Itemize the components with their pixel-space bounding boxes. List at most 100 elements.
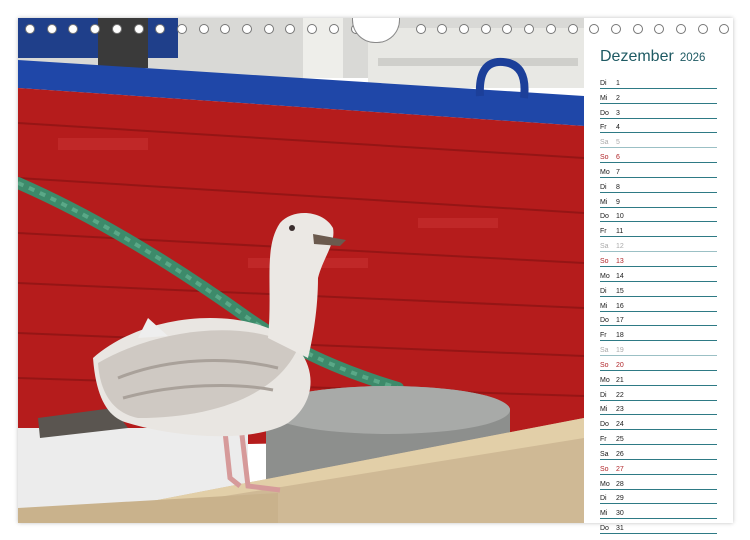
- day-of-week: Mo: [600, 376, 610, 384]
- calendar-panel: Dezember 2026 Di 1 Mi 2 Do 3 Fr 4 Sa 5 So 6 Mo 7 Di 8 Mi…: [586, 48, 721, 535]
- day-row: Mi 30: [600, 504, 717, 520]
- day-number: 8: [616, 183, 620, 191]
- binding-hole: [589, 24, 600, 34]
- day-of-week: Di: [600, 79, 607, 87]
- day-row: Di 8: [600, 178, 717, 193]
- day-number: 7: [616, 168, 620, 176]
- day-of-week: Mi: [600, 302, 608, 310]
- day-number: 4: [616, 124, 620, 132]
- day-of-week: So: [600, 465, 609, 473]
- binding-hole: [307, 24, 318, 34]
- day-of-week: Mi: [600, 510, 608, 518]
- binding-hole: [133, 24, 144, 34]
- binding-hole: [220, 24, 231, 34]
- day-of-week: Fr: [600, 228, 607, 236]
- day-of-week: Di: [600, 495, 607, 503]
- binding-hole: [610, 24, 621, 34]
- day-number: 26: [616, 450, 624, 458]
- binding-hole: [459, 24, 469, 34]
- day-row: Sa 26: [600, 445, 717, 460]
- day-number: 17: [616, 317, 624, 325]
- day-row: Mo 28: [600, 475, 717, 490]
- day-number: 3: [616, 109, 620, 117]
- day-of-week: Di: [600, 287, 607, 295]
- day-of-week: Mo: [600, 272, 610, 280]
- day-row: So 6: [600, 148, 717, 164]
- day-of-week: Sa: [600, 243, 609, 251]
- day-of-week: Fr: [600, 332, 607, 340]
- binding-hole: [285, 24, 296, 34]
- day-of-week: Fr: [600, 124, 607, 132]
- day-row: Fr 25: [600, 430, 717, 446]
- day-number: 6: [616, 154, 620, 162]
- day-of-week: Do: [600, 213, 609, 221]
- day-row: So 20: [600, 356, 717, 371]
- day-row: Mo 21: [600, 371, 717, 386]
- day-of-week: Fr: [600, 436, 607, 444]
- binding-hole: [524, 24, 535, 34]
- day-of-week: Di: [600, 183, 607, 191]
- day-row: So 27: [600, 460, 717, 475]
- day-number: 5: [616, 139, 620, 147]
- day-row: Do 24: [600, 415, 717, 431]
- day-number: 29: [616, 495, 624, 503]
- day-row: Sa 19: [600, 341, 717, 357]
- day-number: 23: [616, 406, 624, 414]
- day-of-week: Do: [600, 421, 609, 429]
- day-number: 22: [616, 391, 624, 399]
- day-of-week: Sa: [600, 139, 609, 147]
- binding-hole: [90, 24, 101, 34]
- day-of-week: Do: [600, 317, 609, 325]
- binding-hole: [176, 24, 187, 34]
- binding-hole: [632, 24, 643, 34]
- day-row: Do 31: [600, 519, 717, 535]
- binding-hole: [654, 24, 665, 34]
- day-number: 10: [616, 213, 624, 221]
- binding-hole: [480, 24, 491, 34]
- day-row: Di 29: [600, 490, 717, 505]
- day-row: Mi 9: [600, 193, 717, 208]
- binding-hole: [676, 24, 686, 34]
- day-of-week: Mi: [600, 406, 608, 414]
- binding-hole: [415, 24, 426, 34]
- day-number: 9: [616, 198, 620, 206]
- day-of-week: So: [600, 257, 609, 265]
- day-row: Sa 12: [600, 237, 717, 253]
- day-of-week: So: [600, 154, 609, 162]
- day-row: Di 1: [600, 74, 717, 89]
- day-number: 15: [616, 287, 624, 295]
- day-row: Fr 18: [600, 326, 717, 342]
- day-row: Do 17: [600, 312, 717, 327]
- day-row: Mi 16: [600, 297, 717, 312]
- day-row: Do 3: [600, 104, 717, 119]
- day-row: Do 10: [600, 208, 717, 223]
- day-row: Mo 14: [600, 267, 717, 282]
- day-row: Sa 5: [600, 133, 717, 149]
- day-number: 16: [616, 302, 624, 310]
- day-row: So 13: [600, 252, 717, 267]
- day-list: Di 1 Mi 2 Do 3 Fr 4 Sa 5 So 6 Mo 7 Di 8 Mi 9 Do 10 Fr 11 Sa 12 S…: [586, 74, 721, 535]
- day-of-week: Mi: [600, 94, 608, 102]
- day-number: 18: [616, 332, 624, 340]
- day-row: Mo 7: [600, 163, 717, 178]
- seagull-photo: [18, 18, 584, 523]
- calendar-header: Dezember 2026: [586, 48, 721, 74]
- binding-hole: [198, 24, 209, 34]
- binding-hole: [697, 24, 708, 34]
- day-row: Fr 4: [600, 119, 717, 134]
- binding-hole: [111, 24, 122, 34]
- day-row: Di 22: [600, 386, 717, 401]
- binding-hole: [567, 24, 578, 34]
- day-number: 27: [616, 465, 624, 473]
- day-row: Fr 11: [600, 222, 717, 238]
- day-of-week: Do: [600, 109, 609, 117]
- day-row: Di 15: [600, 282, 717, 297]
- day-of-week: Mi: [600, 198, 608, 206]
- day-row: Mi 23: [600, 401, 717, 416]
- day-number: 20: [616, 361, 624, 369]
- day-number: 13: [616, 257, 624, 265]
- day-number: 14: [616, 272, 624, 280]
- day-of-week: Do: [600, 525, 609, 533]
- day-number: 28: [616, 480, 624, 488]
- day-number: 12: [616, 243, 624, 251]
